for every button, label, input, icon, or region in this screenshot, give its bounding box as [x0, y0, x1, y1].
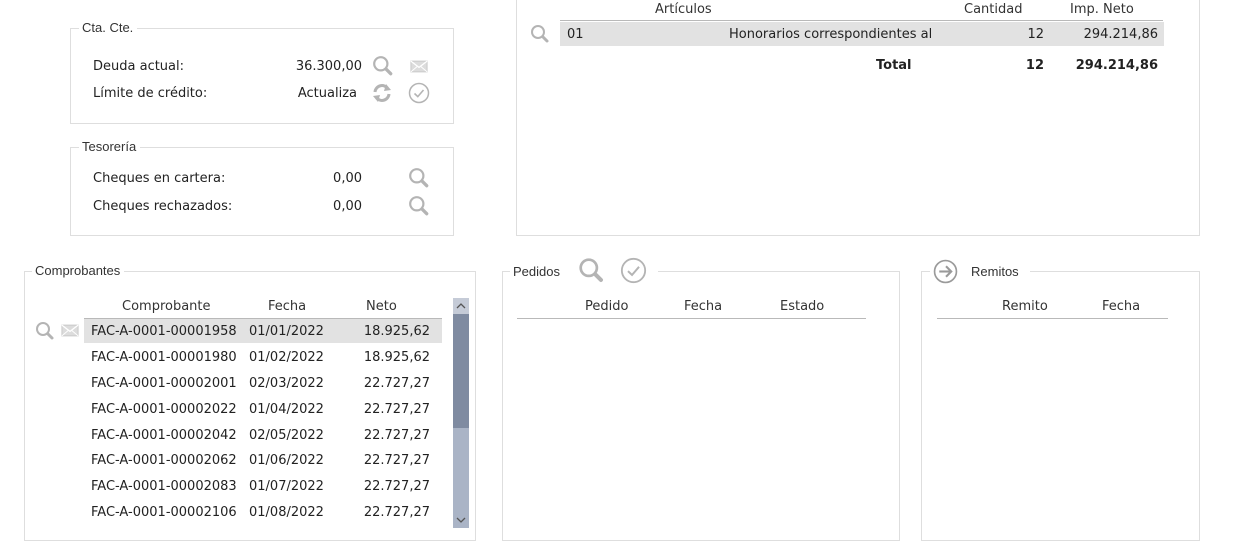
pedidos-legend: Pedidos — [510, 257, 658, 285]
fecha-cell: 01/08/2022 — [249, 505, 324, 520]
neto-cell: 22.727,27 — [363, 453, 430, 468]
comprobante-cell: FAC-A-0001-00001958 — [91, 324, 237, 339]
cartera-label: Cheques en cartera: — [93, 171, 226, 186]
search-icon[interactable] — [408, 195, 430, 217]
comprobantes-header-fecha: Fecha — [268, 299, 307, 314]
search-icon[interactable] — [372, 55, 394, 77]
comprobantes-header-comprobante: Comprobante — [122, 299, 211, 314]
comprobante-cell: FAC-A-0001-00002083 — [91, 479, 237, 494]
neto-cell: 22.727,27 — [363, 505, 430, 520]
articulos-header-cantidad: Cantidad — [964, 2, 1023, 17]
fecha-cell: 01/06/2022 — [249, 453, 324, 468]
fecha-cell: 02/05/2022 — [249, 428, 324, 443]
articulo-imp-neto: 294.214,86 — [1083, 27, 1158, 42]
arrow-right-circle-icon[interactable] — [933, 259, 958, 284]
articulos-header-line — [560, 20, 1163, 21]
remitos-header-line — [937, 318, 1168, 319]
fecha-cell: 02/03/2022 — [249, 376, 324, 391]
refresh-icon[interactable] — [371, 82, 393, 104]
comprobante-cell: FAC-A-0001-00001980 — [91, 350, 237, 365]
search-icon[interactable] — [530, 24, 550, 44]
rechazados-value: 0,00 — [333, 199, 362, 214]
neto-cell: 18.925,62 — [363, 350, 430, 365]
mail-icon[interactable] — [410, 60, 428, 73]
remitos-panel — [921, 271, 1200, 541]
fecha-cell: 01/02/2022 — [249, 350, 324, 365]
comprobante-cell: FAC-A-0001-00002022 — [91, 402, 237, 417]
ctacte-panel: Cta. Cte. — [70, 20, 454, 124]
fecha-cell: 01/07/2022 — [249, 479, 324, 494]
scroll-up-button[interactable] — [453, 298, 469, 314]
pedidos-header-fecha: Fecha — [684, 299, 723, 314]
scroll-down-button[interactable] — [453, 512, 469, 528]
comprobante-cell: FAC-A-0001-00002042 — [91, 428, 237, 443]
limite-value: Actualiza — [297, 86, 357, 101]
neto-cell: 22.727,27 — [363, 479, 430, 494]
comprobantes-title: Comprobantes — [32, 263, 125, 279]
total-label: Total — [876, 58, 912, 73]
deuda-label: Deuda actual: — [93, 59, 185, 74]
articulo-descripcion: Honorarios correspondientes al — [729, 27, 933, 42]
tesoreria-title: Tesorería — [79, 139, 141, 155]
remitos-legend: Remitos — [930, 257, 1030, 285]
cartera-value: 0,00 — [333, 171, 362, 186]
articulo-codigo: 01 — [567, 27, 584, 42]
neto-cell: 22.727,27 — [363, 376, 430, 391]
deuda-value: 36.300,00 — [295, 59, 362, 74]
total-imp-neto: 294.214,86 — [1075, 58, 1158, 73]
check-circle-icon[interactable] — [408, 82, 430, 104]
articulos-header-articulo: Artículos — [655, 2, 712, 17]
fecha-cell: 01/04/2022 — [249, 402, 324, 417]
chevron-up-icon — [456, 303, 466, 309]
comprobante-cell: FAC-A-0001-00002062 — [91, 453, 237, 468]
comprobante-cell: FAC-A-0001-00002001 — [91, 376, 237, 391]
pedidos-header-estado: Estado — [780, 299, 825, 314]
limite-label: Límite de crédito: — [93, 86, 208, 101]
tesoreria-panel: Tesorería — [70, 139, 454, 236]
rechazados-label: Cheques rechazados: — [93, 199, 233, 214]
comprobante-cell: FAC-A-0001-00002106 — [91, 505, 237, 520]
search-icon[interactable] — [408, 167, 430, 189]
neto-cell: 22.727,27 — [363, 402, 430, 417]
scrollbar-thumb[interactable] — [453, 314, 469, 428]
remitos-header-remito: Remito — [1002, 299, 1048, 314]
neto-cell: 22.727,27 — [363, 428, 430, 443]
remitos-title: Remitos — [971, 264, 1019, 279]
fecha-cell: 01/01/2022 — [249, 324, 324, 339]
search-icon[interactable] — [35, 321, 55, 341]
ctacte-title: Cta. Cte. — [79, 20, 138, 36]
comprobantes-header-neto: Neto — [366, 299, 397, 314]
articulo-cantidad: 12 — [1027, 27, 1044, 42]
chevron-down-icon — [456, 517, 466, 523]
pedidos-title: Pedidos — [513, 264, 560, 279]
neto-cell: 18.925,62 — [363, 324, 430, 339]
pedidos-header-line — [517, 318, 866, 319]
total-cantidad: 12 — [1025, 58, 1044, 73]
mail-icon[interactable] — [61, 324, 79, 337]
pedidos-header-pedido: Pedido — [585, 299, 629, 314]
search-icon[interactable] — [578, 257, 605, 284]
remitos-header-fecha: Fecha — [1102, 299, 1141, 314]
articulos-header-imp-neto: Imp. Neto — [1070, 2, 1134, 17]
check-circle-icon[interactable] — [620, 257, 647, 284]
